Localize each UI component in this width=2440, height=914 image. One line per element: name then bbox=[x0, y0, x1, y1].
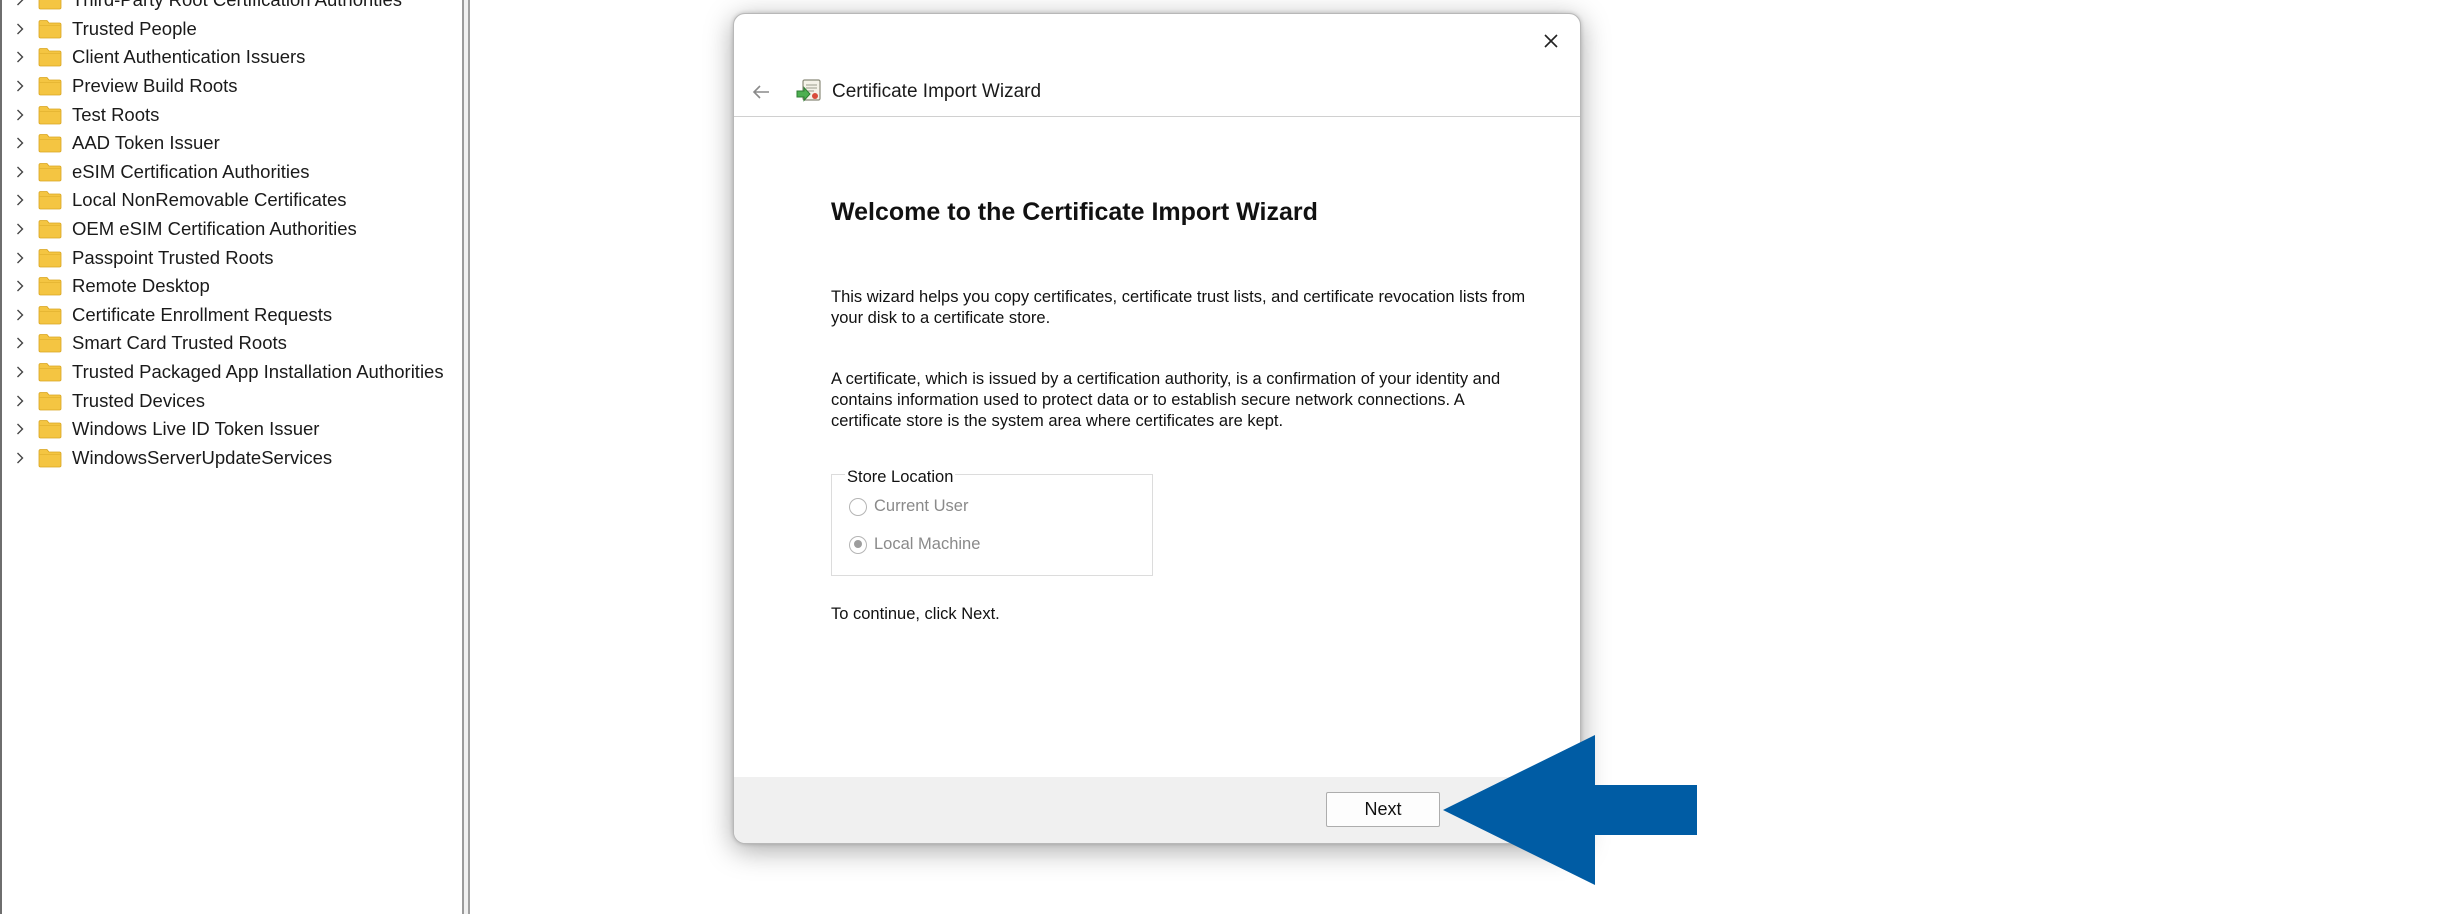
wizard-title: Certificate Import Wizard bbox=[832, 81, 1042, 102]
chevron-right-icon[interactable] bbox=[14, 80, 26, 92]
chevron-right-icon[interactable] bbox=[14, 23, 26, 35]
folder-icon bbox=[38, 391, 62, 411]
tree-item[interactable]: WindowsServerUpdateServices bbox=[2, 444, 444, 473]
tree-item[interactable]: AAD Token Issuer bbox=[2, 129, 444, 158]
tree-item-label: Test Roots bbox=[72, 103, 160, 125]
chevron-right-icon[interactable] bbox=[14, 0, 26, 6]
tree-item[interactable]: Trusted Packaged App Installation Author… bbox=[2, 358, 444, 387]
folder-icon bbox=[38, 191, 62, 210]
store-location-legend: Store Location bbox=[845, 468, 956, 487]
current-user-option[interactable]: Current User bbox=[849, 497, 968, 516]
tree-item-label: Local NonRemovable Certificates bbox=[72, 189, 347, 211]
folder-icon bbox=[38, 105, 62, 125]
chevron-right-icon[interactable] bbox=[14, 109, 26, 121]
store-location-group: Store Location Current User Local Machin… bbox=[831, 468, 1153, 576]
tree-item-label: Client Authentication Issuers bbox=[72, 46, 306, 68]
chevron-right-icon[interactable] bbox=[14, 51, 26, 63]
tree-item-label: Remote Desktop bbox=[72, 275, 210, 297]
tree-item-label: eSIM Certification Authorities bbox=[72, 160, 310, 182]
folder-icon bbox=[38, 19, 62, 39]
chevron-right-icon[interactable] bbox=[14, 252, 26, 264]
tree-item[interactable]: Windows Live ID Token Issuer bbox=[2, 415, 444, 444]
tree-item-label: Trusted Packaged App Installation Author… bbox=[72, 361, 444, 383]
chevron-right-icon[interactable] bbox=[14, 395, 26, 407]
chevron-right-icon[interactable] bbox=[14, 166, 26, 178]
folder-icon bbox=[38, 305, 62, 325]
arrow-left-icon bbox=[752, 85, 769, 99]
tree-item[interactable]: Trusted Devices bbox=[2, 386, 444, 415]
local-machine-radio[interactable] bbox=[849, 535, 867, 554]
chevron-right-icon[interactable] bbox=[14, 137, 26, 149]
tree-item-label: Windows Live ID Token Issuer bbox=[72, 418, 320, 440]
folder-icon bbox=[38, 48, 62, 67]
chevron-right-icon[interactable] bbox=[14, 194, 26, 206]
callout-arrow-icon bbox=[1443, 735, 1697, 885]
tree-item[interactable]: Smart Card Trusted Roots bbox=[2, 329, 444, 358]
folder-icon bbox=[38, 363, 62, 382]
folder-icon bbox=[38, 334, 62, 353]
tree-item[interactable]: OEM eSIM Certification Authorities bbox=[2, 215, 444, 244]
tree-item[interactable]: Trusted People bbox=[2, 15, 444, 44]
page-title: Welcome to the Certificate Import Wizard bbox=[831, 198, 1318, 226]
tree-item[interactable]: Third-Party Root Certification Authoriti… bbox=[2, 0, 444, 15]
chevron-right-icon[interactable] bbox=[14, 223, 26, 235]
back-button[interactable] bbox=[746, 77, 776, 107]
certificate-description-paragraph: A certificate, which is issued by a cert… bbox=[831, 370, 1501, 430]
close-button[interactable] bbox=[1534, 24, 1568, 58]
local-machine-option[interactable]: Local Machine bbox=[849, 535, 980, 554]
tree-item-label: Trusted People bbox=[72, 17, 197, 39]
certificate-store-tree: Third-Party Root Certification Authoriti… bbox=[0, 0, 464, 914]
pane-splitter[interactable] bbox=[464, 0, 470, 914]
certificate-wizard-icon bbox=[796, 79, 821, 102]
chevron-right-icon[interactable] bbox=[14, 423, 26, 435]
tree-item-label: Certificate Enrollment Requests bbox=[72, 303, 333, 325]
folder-icon bbox=[38, 77, 62, 96]
chevron-right-icon[interactable] bbox=[14, 309, 26, 321]
tree-item[interactable]: Test Roots bbox=[2, 100, 444, 129]
tree-item-label: OEM eSIM Certification Authorities bbox=[72, 218, 357, 240]
folder-icon bbox=[38, 220, 62, 239]
local-machine-label: Local Machine bbox=[874, 535, 981, 553]
chevron-right-icon[interactable] bbox=[14, 366, 26, 378]
intro-paragraph: This wizard helps you copy certificates,… bbox=[831, 288, 1526, 327]
tree-item-label: Trusted Devices bbox=[72, 389, 205, 411]
current-user-radio[interactable] bbox=[849, 497, 867, 516]
tree-item-label: Preview Build Roots bbox=[72, 75, 238, 97]
folder-icon bbox=[38, 162, 62, 182]
tree-item[interactable]: eSIM Certification Authorities bbox=[2, 158, 444, 187]
close-icon bbox=[1544, 34, 1558, 48]
chevron-right-icon[interactable] bbox=[14, 452, 26, 464]
current-user-label: Current User bbox=[874, 497, 969, 515]
folder-icon bbox=[38, 134, 62, 153]
tree-item-label: Third-Party Root Certification Authoriti… bbox=[72, 0, 402, 11]
folder-icon bbox=[38, 0, 62, 10]
tree-item-label: Passpoint Trusted Roots bbox=[72, 246, 274, 268]
tree-item-label: AAD Token Issuer bbox=[72, 132, 220, 154]
chevron-right-icon[interactable] bbox=[14, 337, 26, 349]
tree-item-label: Smart Card Trusted Roots bbox=[72, 332, 287, 354]
tree-item[interactable]: Preview Build Roots bbox=[2, 72, 444, 101]
tree-item[interactable]: Local NonRemovable Certificates bbox=[2, 186, 444, 215]
folder-icon bbox=[38, 420, 62, 439]
tree-item-label: WindowsServerUpdateServices bbox=[72, 446, 333, 468]
folder-icon bbox=[38, 277, 62, 296]
folder-icon bbox=[38, 248, 62, 268]
next-button[interactable]: Next bbox=[1326, 792, 1440, 827]
certificate-import-wizard-dialog: Certificate Import Wizard Welcome to the… bbox=[733, 13, 1581, 844]
tree-item[interactable]: Client Authentication Issuers bbox=[2, 43, 444, 72]
chevron-right-icon[interactable] bbox=[14, 280, 26, 292]
tree-item[interactable]: Passpoint Trusted Roots bbox=[2, 243, 444, 272]
wizard-title-bar: Certificate Import Wizard bbox=[734, 68, 1580, 117]
tree-list: Third-Party Root Certification Authoriti… bbox=[2, 0, 444, 472]
tree-item[interactable]: Certificate Enrollment Requests bbox=[2, 301, 444, 330]
continue-instruction: To continue, click Next. bbox=[831, 605, 1000, 623]
folder-icon bbox=[38, 448, 62, 468]
tree-item[interactable]: Remote Desktop bbox=[2, 272, 444, 301]
